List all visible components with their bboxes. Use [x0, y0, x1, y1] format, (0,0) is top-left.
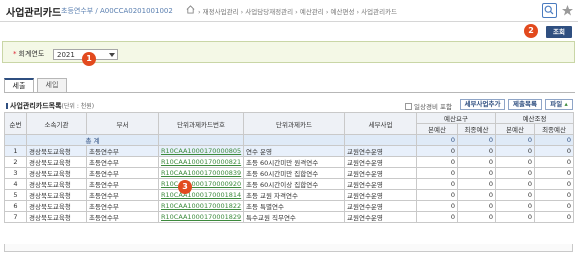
tab-revenue[interactable]: 세입 — [37, 78, 67, 92]
card-code-link[interactable]: R10CAA1000170000920 — [158, 178, 244, 190]
total-adj-final: 0 — [534, 134, 575, 146]
table-row[interactable]: 3 경상북도교육청 초등연수부 R10CAA1000170000839 초등 6… — [4, 167, 575, 179]
col-header-adj-base[interactable]: 본예산 — [495, 123, 536, 135]
page-subtitle: 초등연수부 / A00CCA0201001002 — [61, 7, 173, 15]
table-row[interactable]: 5 경상북도교육청 초등연수부 R10CAA1000170001814 초등 교… — [4, 189, 575, 201]
list-title: 사업관리카드목록(단위 : 천원) — [6, 101, 94, 111]
col-header-dept[interactable]: 부서 — [86, 112, 159, 135]
card-code-link[interactable]: R10CAA1000170001814 — [158, 189, 244, 201]
card-code-link[interactable]: R10CAA1000170001829 — [158, 211, 244, 223]
col-header-adjust: 예산조정 — [495, 112, 575, 124]
table-row[interactable]: 6 경상북도교육청 초등연수부 R10CAA1000170001822 초등 특… — [4, 200, 575, 212]
home-icon[interactable] — [186, 5, 195, 14]
excel-icon: ▴ — [564, 100, 568, 108]
search-help-button[interactable] — [542, 3, 557, 18]
checkbox-icon[interactable] — [405, 103, 412, 110]
search-button[interactable]: 조회 — [546, 26, 572, 38]
tab-divider — [4, 92, 575, 93]
top-bar: 사업관리카드 초등연수부 / A00CCA0201001002 › 재정사업관리… — [0, 0, 578, 22]
callout-2: 2 — [524, 24, 538, 38]
col-header-detail[interactable]: 세부사업 — [344, 112, 417, 135]
total-label: 총 계 — [26, 134, 159, 146]
submit-list-button[interactable]: 제출목록 — [508, 99, 542, 110]
include-general-checkbox[interactable]: 일상경비 포함 — [405, 101, 452, 111]
card-code-link[interactable]: R10CAA1000170000821 — [158, 156, 244, 168]
col-header-no[interactable]: 순번 — [4, 112, 27, 135]
col-header-code[interactable]: 단위과제카드번호 — [158, 112, 244, 135]
col-header-adj-final[interactable]: 최종예산 — [534, 123, 575, 135]
table-row[interactable]: 7 경상북도교육청 초등연수부 R10CAA1000170001829 특수교원… — [4, 211, 575, 223]
total-adj-base: 0 — [495, 134, 536, 146]
col-header-request: 예산요구 — [415, 112, 497, 124]
title-marker-icon — [6, 103, 8, 109]
header-row: 순번 소속기관 부서 단위과제카드번호 단위과제카드 세부사업 예산요구 예산조… — [4, 112, 575, 135]
total-req-final: 0 — [456, 134, 497, 146]
fiscal-year-label: * 회계연도 — [13, 50, 45, 58]
tab-expenditure[interactable]: 세출 — [4, 78, 34, 92]
fiscal-year-value: 2021 — [57, 51, 75, 59]
table-scroll-area[interactable] — [4, 244, 573, 252]
col-header-req-base[interactable]: 본예산 — [416, 123, 458, 135]
chevron-down-icon — [109, 53, 115, 57]
unit-label: (단위 : 천원) — [61, 103, 95, 110]
required-mark: * — [13, 50, 17, 58]
table-row[interactable]: 2 경상북도교육청 초등연수부 R10CAA1000170000821 초등 6… — [4, 156, 575, 168]
card-code-link[interactable]: R10CAA1000170000839 — [158, 167, 244, 179]
total-req-base: 0 — [416, 134, 458, 146]
favorite-star-icon[interactable] — [560, 3, 575, 18]
col-header-agency[interactable]: 소속기관 — [26, 112, 87, 135]
table-row[interactable]: 4 경상북도교육청 초등연수부 R10CAA1000170000920 초등 6… — [4, 178, 575, 190]
card-code-link[interactable]: R10CAA1000170000805 — [158, 145, 244, 157]
add-detail-project-button[interactable]: 세부사업추가 — [460, 99, 505, 110]
page-title: 사업관리카드 — [6, 8, 62, 19]
callout-1: 1 — [82, 52, 96, 66]
table-row[interactable]: 1 경상북도교육청 초등연수부 R10CAA1000170000805 연수 운… — [4, 145, 575, 157]
col-header-card[interactable]: 단위과제카드 — [243, 112, 345, 135]
breadcrumb: › 재정사업관리 › 사업담당재정관리 › 예산관리 › 예산편성 › 사업관리… — [198, 8, 398, 16]
file-button[interactable]: 파일 ▴ — [545, 99, 573, 110]
card-code-link[interactable]: R10CAA1000170001822 — [158, 200, 244, 212]
magnifier-icon — [544, 5, 554, 15]
callout-3: 3 — [178, 180, 192, 194]
total-row: 총 계 0 0 0 0 — [4, 134, 575, 146]
col-header-req-final[interactable]: 최종예산 — [456, 123, 497, 135]
project-card-table: 순번 소속기관 부서 단위과제카드번호 단위과제카드 세부사업 예산요구 예산조… — [4, 112, 575, 223]
